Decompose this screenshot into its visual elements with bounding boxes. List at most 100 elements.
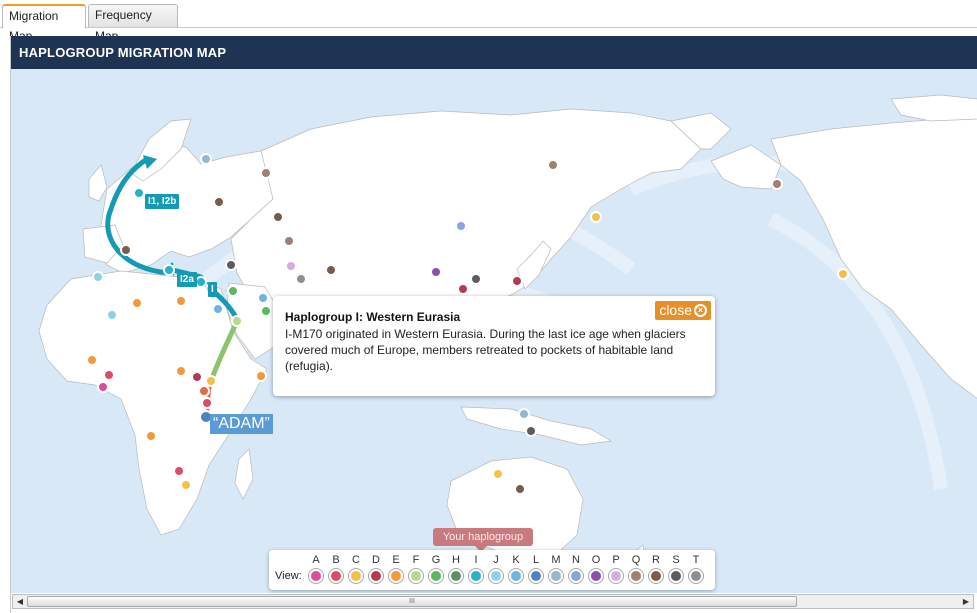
legend-toggle-a[interactable]	[309, 569, 323, 583]
map-header: HAPLOGROUP MIGRATION MAP	[11, 36, 977, 69]
marker	[257, 292, 269, 304]
marker	[283, 235, 295, 247]
legend-letter-q: Q	[631, 554, 641, 566]
legend-toggle-p[interactable]	[609, 569, 623, 583]
marker	[511, 275, 523, 287]
marker	[325, 264, 337, 276]
legend-toggle-c[interactable]	[349, 569, 363, 583]
marker	[255, 370, 267, 382]
adam-label: “ADAM”	[210, 414, 273, 434]
legend-toggle-i[interactable]	[469, 569, 483, 583]
your-haplogroup-tag: Your haplogroup	[433, 528, 533, 552]
marker	[771, 178, 783, 190]
legend-letter-t: T	[692, 554, 700, 566]
close-icon: ×	[694, 303, 707, 317]
legend-letter-b: B	[332, 554, 340, 566]
legend-letter-s: S	[672, 554, 680, 566]
marker	[145, 430, 157, 442]
land-indonesia	[460, 406, 613, 446]
marker	[86, 354, 98, 366]
legend-letter-p: P	[612, 554, 620, 566]
legend-toggle-f[interactable]	[409, 569, 423, 583]
marker	[514, 483, 526, 495]
marker	[92, 271, 104, 283]
world-map[interactable]: I1, I2b I2a I “ADAM” close × Haplogroup …	[11, 69, 977, 593]
marker	[198, 385, 210, 397]
legend-toggle-d[interactable]	[369, 569, 383, 583]
legend-letter-i: I	[474, 554, 478, 566]
marker	[455, 220, 467, 232]
land-madagascar	[234, 448, 254, 500]
legend-toggle-h[interactable]	[449, 569, 463, 583]
marker	[518, 408, 530, 420]
legend-toggle-r[interactable]	[649, 569, 663, 583]
legend-toggle-e[interactable]	[389, 569, 403, 583]
marker	[837, 268, 849, 280]
route-label-i: I	[208, 282, 217, 297]
land-north-america	[770, 114, 977, 399]
legend-toggle-j[interactable]	[489, 569, 503, 583]
marker	[173, 465, 185, 477]
legend-toggle-g[interactable]	[429, 569, 443, 583]
marker	[260, 167, 272, 179]
legend-toggle-l[interactable]	[529, 569, 543, 583]
marker	[175, 295, 187, 307]
legend-toggle-m[interactable]	[549, 569, 563, 583]
land-alaska	[710, 144, 782, 190]
marker	[457, 283, 469, 295]
marker	[590, 211, 602, 223]
marker	[120, 244, 132, 256]
marker	[295, 273, 307, 285]
marker	[231, 315, 243, 327]
legend-toggle-n[interactable]	[569, 569, 583, 583]
scroll-left-arrow-icon[interactable]: ◀	[14, 595, 26, 608]
marker	[213, 196, 225, 208]
legend-letter-k: K	[512, 554, 520, 566]
haplogroup-view-legend: View: ABCDEFGH I J KLMNOPQRST	[269, 550, 715, 590]
marker	[133, 187, 145, 199]
marker	[272, 211, 284, 223]
land-greenland	[890, 94, 977, 122]
scroll-right-arrow-icon[interactable]: ▶	[960, 595, 972, 608]
tab-migration-map[interactable]: Migration Map	[2, 4, 86, 43]
marker	[430, 266, 442, 278]
legend-letter-f: F	[412, 554, 420, 566]
legend-letter-m: M	[551, 554, 561, 566]
haplogroup-info-popup: close × Haplogroup I: Western Eurasia I-…	[273, 296, 715, 396]
legend-toggle-s[interactable]	[669, 569, 683, 583]
legend-letter-c: C	[352, 554, 360, 566]
close-label: close	[659, 302, 692, 318]
popup-title: Haplogroup I: Western Eurasia	[285, 310, 461, 324]
legend-letter-o: O	[591, 554, 601, 566]
marker	[180, 479, 192, 491]
marker	[201, 397, 213, 409]
page-title: HAPLOGROUP MIGRATION MAP	[19, 45, 227, 60]
scrollbar-thumb[interactable]: III	[27, 596, 797, 607]
marker	[106, 309, 118, 321]
legend-toggle-b[interactable]	[329, 569, 343, 583]
marker	[525, 425, 537, 437]
marker	[225, 259, 237, 271]
marker	[547, 159, 559, 171]
route-label-i1-i2b: I1, I2b	[145, 194, 180, 209]
route-label-i2a: I2a	[177, 272, 197, 287]
scrollbar-grip: III	[409, 598, 415, 605]
marker	[200, 153, 212, 165]
marker	[103, 369, 115, 381]
horizontal-scrollbar[interactable]: ◀ III ▶	[12, 594, 974, 609]
marker	[492, 468, 504, 480]
legend-toggle-k[interactable]	[509, 569, 523, 583]
legend-letter-h: H	[452, 554, 460, 566]
marker	[163, 264, 175, 276]
tab-frequency-map[interactable]: Frequency Map	[88, 4, 178, 43]
legend-toggle-o[interactable]	[589, 569, 603, 583]
legend-toggle-q[interactable]	[629, 569, 643, 583]
legend-letter-a: A	[312, 554, 320, 566]
legend-letter-r: R	[652, 554, 660, 566]
marker	[470, 273, 482, 285]
legend-letter-n: N	[572, 554, 580, 566]
close-button[interactable]: close ×	[655, 301, 711, 320]
legend-letter-j: J	[493, 554, 499, 566]
legend-toggle-t[interactable]	[689, 569, 703, 583]
legend-letter-g: G	[431, 554, 441, 566]
